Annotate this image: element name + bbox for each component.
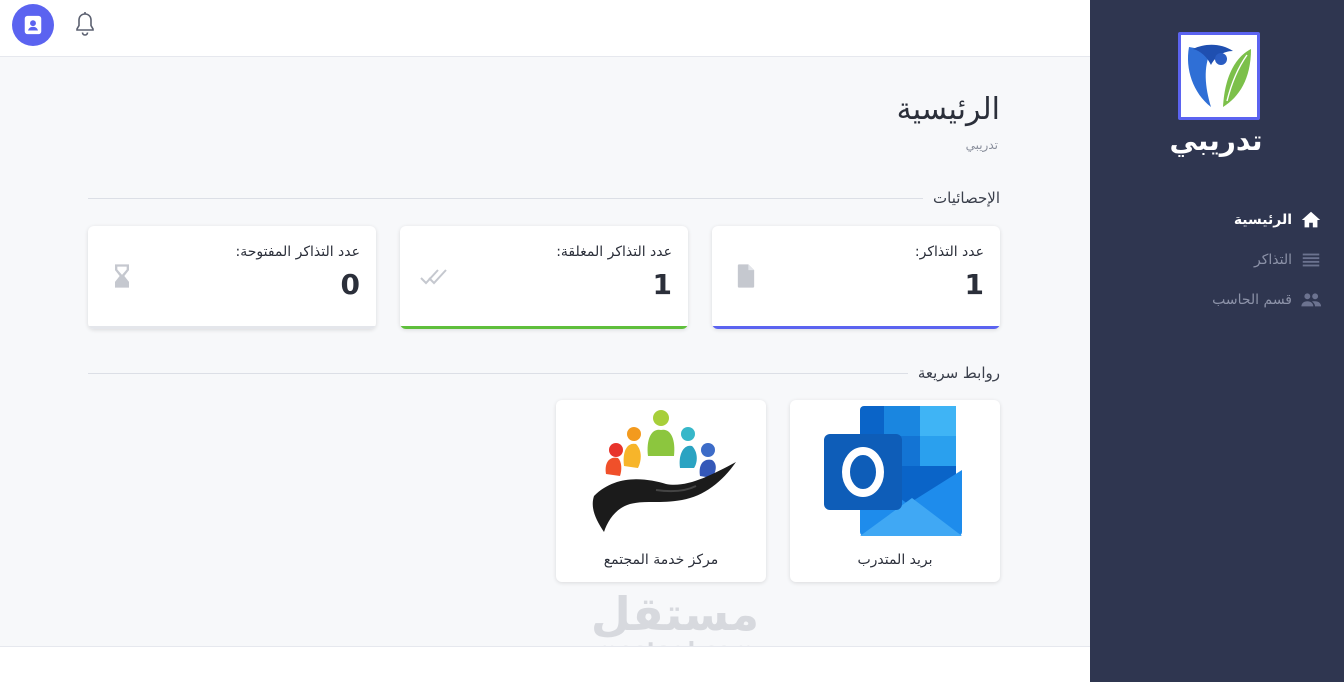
double-check-icon: [420, 269, 447, 285]
hourglass-icon: [115, 264, 129, 288]
stat-value: 1: [964, 268, 984, 301]
stat-label: عدد التذاكر المغلقة:: [556, 244, 672, 260]
accent-bar: [400, 326, 688, 329]
link-card-community-center[interactable]: مركز خدمة المجتمع: [556, 400, 766, 582]
logo-icon: [1187, 44, 1251, 107]
accent-bar: [88, 326, 376, 329]
divider: [88, 197, 924, 199]
sidebar: تدريبي الرئيسية التذاكر قسم الحاسب: [1090, 0, 1344, 682]
bell-icon: [76, 12, 94, 36]
stat-value: 0: [340, 268, 360, 301]
link-card-trainee-mail[interactable]: بريد المتدرب: [790, 400, 1000, 582]
accent-bar: [712, 326, 1000, 329]
sidebar-item-label: الرئيسية: [1233, 212, 1292, 228]
stat-card-total-tickets[interactable]: عدد التذاكر: 1: [712, 226, 1000, 329]
footer: [0, 646, 1090, 682]
stat-label: عدد التذاكر:: [914, 244, 984, 260]
home-icon: [1301, 211, 1321, 228]
brand-name: تدريبي: [1169, 124, 1263, 157]
stat-card-open-tickets[interactable]: عدد التذاكر المفتوحة: 0: [88, 226, 376, 329]
contact-card-icon: [24, 15, 42, 35]
outlook-icon: [824, 406, 962, 536]
stat-card-closed-tickets[interactable]: عدد التذاكر المغلقة: 1: [400, 226, 688, 329]
notifications-button[interactable]: [72, 10, 98, 38]
divider: [88, 372, 908, 374]
list-icon: [1302, 253, 1320, 267]
top-bar: [0, 0, 1090, 57]
sidebar-item-label: التذاكر: [1253, 252, 1292, 268]
profile-button[interactable]: [12, 4, 54, 46]
stat-label: عدد التذاكر المفتوحة:: [235, 244, 360, 260]
quick-links-section-heading: روابط سريعة: [88, 363, 1000, 383]
page-title: الرئيسية: [896, 92, 1000, 127]
sidebar-item-tickets[interactable]: التذاكر: [1254, 248, 1322, 272]
watermark-arabic: مستقل: [590, 587, 760, 641]
link-label: بريد المتدرب: [857, 552, 933, 568]
group-icon: [1301, 293, 1322, 307]
link-label: مركز خدمة المجتمع: [603, 552, 719, 568]
page-subtitle: تدريبي: [965, 138, 998, 152]
brand-logo[interactable]: [1178, 32, 1260, 120]
section-title: روابط سريعة: [917, 364, 1000, 382]
stat-value: 1: [652, 268, 672, 301]
sidebar-item-home[interactable]: الرئيسية: [1234, 208, 1322, 232]
community-hands-icon: [592, 410, 736, 532]
file-icon: [737, 264, 755, 288]
sidebar-item-computer-dept[interactable]: قسم الحاسب: [1212, 288, 1322, 312]
section-title: الإحصائيات: [933, 189, 1000, 207]
stats-section-heading: الإحصائيات: [88, 188, 1000, 208]
sidebar-item-label: قسم الحاسب: [1212, 292, 1292, 308]
